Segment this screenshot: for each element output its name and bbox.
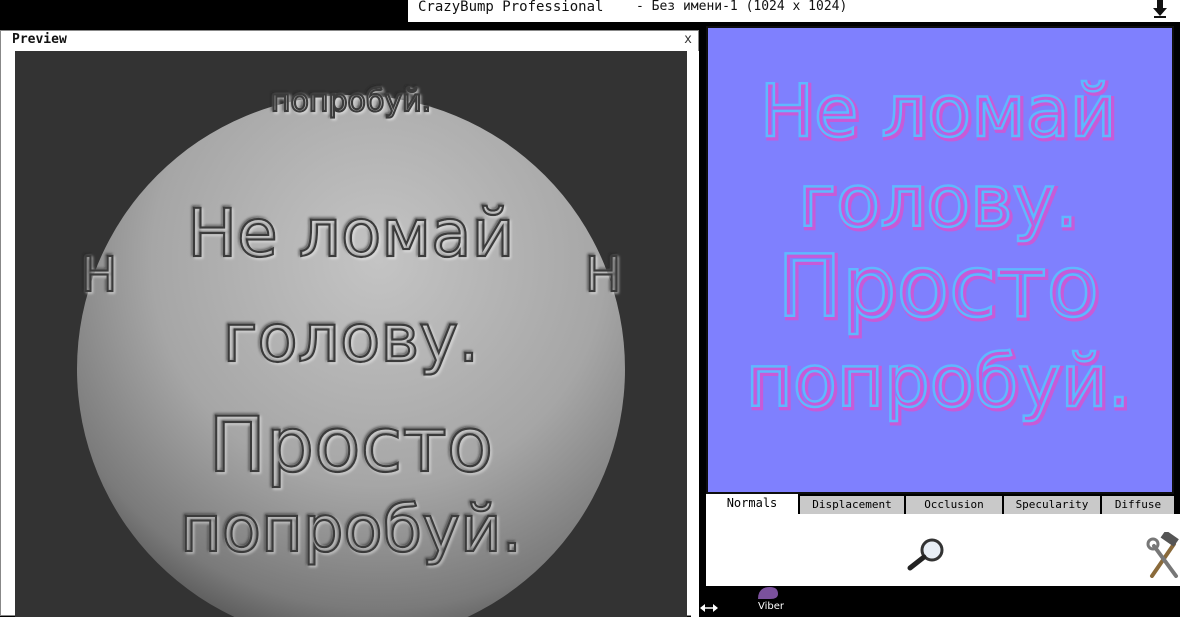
document-title: - Без имени-1 (1024 x 1024) xyxy=(636,0,848,14)
sphere-line-1: Не ломай xyxy=(188,195,515,272)
tool-strip xyxy=(706,514,1180,586)
app-title-bar: CrazyBump Professional - Без имени-1 (10… xyxy=(408,0,1180,22)
sphere-render: попробуй. Не ломай голову. Просто попроб… xyxy=(77,83,625,617)
sphere-top-wrap-text: попробуй. xyxy=(271,84,431,119)
close-button[interactable]: x xyxy=(684,32,692,47)
resize-cursor-icon xyxy=(700,604,718,612)
sphere-line-3: Просто xyxy=(209,400,493,489)
map-line-3: Просто xyxy=(777,237,1099,337)
normal-map-image: Не ломай голову. Просто попробуй. Не лом… xyxy=(744,68,1134,428)
map-line-4: попробуй. xyxy=(746,339,1131,423)
taskbar: Viber xyxy=(706,586,1180,616)
sphere-line-2: голову. xyxy=(223,300,480,377)
tab-occlusion[interactable]: Occlusion xyxy=(906,496,1004,514)
sphere-left-fragment: Н xyxy=(81,247,117,303)
sphere-line-4: попробуй. xyxy=(180,493,522,567)
tab-displacement[interactable]: Displacement xyxy=(800,496,906,514)
map-tabs: Normals Displacement Occlusion Speculari… xyxy=(706,494,1180,514)
preview-window: Preview x попробуй. Не ломай голову. Про… xyxy=(0,30,699,617)
tab-specularity[interactable]: Specularity xyxy=(1004,496,1102,514)
download-arrow-icon[interactable] xyxy=(1152,0,1168,18)
normal-map-panel: Не ломай голову. Просто попробуй. Не лом… xyxy=(706,26,1174,494)
viber-label[interactable]: Viber xyxy=(758,601,784,612)
magnifier-icon[interactable] xyxy=(906,536,946,572)
app-name: CrazyBump Professional xyxy=(418,0,604,15)
tab-normals[interactable]: Normals xyxy=(706,494,800,514)
tab-diffuse[interactable]: Diffuse xyxy=(1102,496,1176,514)
map-line-2: голову. xyxy=(798,159,1078,243)
preview-title: Preview xyxy=(12,32,67,47)
preview-viewport[interactable]: попробуй. Не ломай голову. Просто попроб… xyxy=(15,51,687,617)
sphere-right-fragment: Н xyxy=(585,247,621,303)
preview-scroll-divider[interactable] xyxy=(691,51,699,617)
normal-map-canvas[interactable]: Не ломай голову. Просто попробуй. Не лом… xyxy=(708,28,1172,492)
hammer-wrench-icon[interactable] xyxy=(1146,532,1180,578)
viber-icon[interactable] xyxy=(754,586,780,600)
map-line-1: Не ломай xyxy=(760,69,1117,153)
